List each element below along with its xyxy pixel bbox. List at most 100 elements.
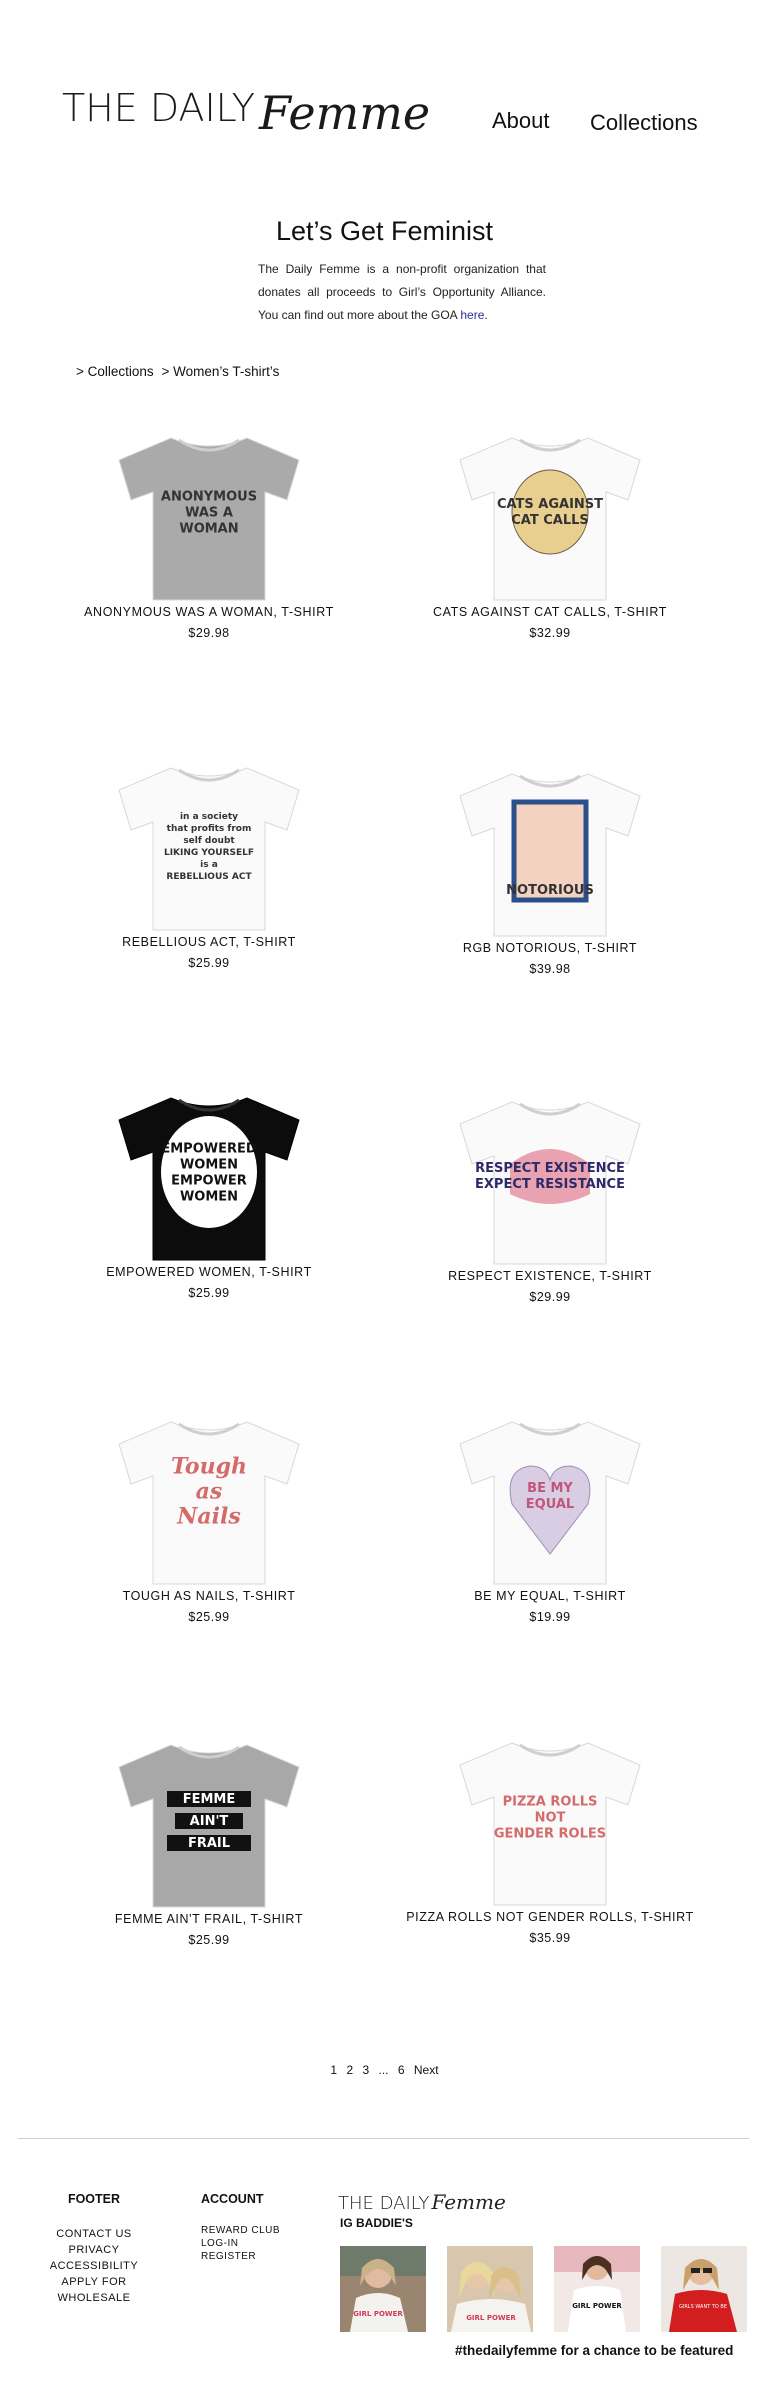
intro-period: .: [484, 308, 488, 322]
login-link[interactable]: LOG-IN: [201, 2237, 291, 2250]
ig-section-title: IG BADDIE'S: [340, 2216, 413, 2230]
product-price: $25.99: [188, 1610, 230, 1624]
product-card[interactable]: in a society that profits from self doubt L…: [44, 760, 374, 970]
product-card[interactable]: CATS AGAINST CAT CALLS CATS AGAINST CAT CA…: [385, 430, 715, 640]
product-name[interactable]: RESPECT EXISTENCE, T-SHIRT: [385, 1269, 715, 1283]
footer-wholesale-link[interactable]: WHOLESALE: [48, 2290, 140, 2306]
product-image[interactable]: EMPOWERED WOMEN EMPOWER WOMEN: [109, 1090, 309, 1265]
footer-contact-link[interactable]: CONTACT US: [48, 2226, 140, 2242]
ig-photo[interactable]: GIRLS WANT TO BE: [661, 2246, 747, 2332]
nav-collections-link[interactable]: Collections: [590, 110, 698, 136]
product-card[interactable]: NOTORIOUS RGB NOTORIOUS, T-SHIRT $39.98: [385, 766, 715, 976]
ig-hashtag: #thedailyfemme for a chance to be featur…: [455, 2343, 734, 2358]
tshirt-graphic-text: ANONYMOUS: [161, 489, 257, 504]
footer-column: FOOTER CONTACT US PRIVACY ACCESSIBILITY …: [48, 2192, 140, 2306]
product-price: $32.99: [529, 626, 571, 640]
footer-apply-link[interactable]: APPLY FOR: [48, 2274, 140, 2290]
tshirt-graphic-text: LIKING YOURSELF: [164, 848, 254, 858]
product-name[interactable]: FEMME AIN'T FRAIL, T-SHIRT: [44, 1912, 374, 1926]
footer-accessibility-link[interactable]: ACCESSIBILITY: [48, 2258, 140, 2274]
footer-logo-wordmark: THE DAILY: [338, 2193, 430, 2214]
footer-privacy-link[interactable]: PRIVACY: [48, 2242, 140, 2258]
breadcrumb-womens-tshirts[interactable]: > Women’s T-shirt’s: [161, 364, 279, 379]
tshirt-graphic-text: AIN'T: [190, 1814, 229, 1829]
logo-script: Femme: [259, 86, 431, 140]
ig-photo[interactable]: GIRL POWER: [447, 2246, 533, 2332]
product-price: $39.98: [529, 962, 571, 976]
tshirt-graphic-text: Tough: [171, 1454, 247, 1480]
tshirt-graphic-text: REBELLIOUS ACT: [166, 872, 252, 882]
tshirt-image: FEMME AIN'T FRAIL: [118, 1744, 300, 1908]
product-name[interactable]: CATS AGAINST CAT CALLS, T-SHIRT: [385, 605, 715, 619]
product-image[interactable]: Tough as Nails: [109, 1414, 309, 1589]
pagination: 1 2 3 ... 6 Next: [0, 2063, 769, 2077]
product-name[interactable]: ANONYMOUS WAS A WOMAN, T-SHIRT: [44, 605, 374, 619]
page-1-link[interactable]: 1: [330, 2063, 337, 2077]
product-image[interactable]: BE MY EQUAL: [450, 1414, 650, 1589]
tshirt-graphic-text: NOTORIOUS: [506, 883, 594, 898]
product-image[interactable]: in a society that profits from self doubt L…: [109, 760, 309, 935]
tshirt-graphic-text: WOMEN: [180, 1190, 238, 1205]
product-name[interactable]: TOUGH AS NAILS, T-SHIRT: [44, 1589, 374, 1603]
tshirt-image: ToughasNails: [118, 1421, 300, 1585]
product-image[interactable]: ANONYMOUS WAS A WOMAN: [109, 430, 309, 605]
product-card[interactable]: BE MY EQUAL BE MY EQUAL, T-SHIRT $19.99: [385, 1414, 715, 1624]
product-name[interactable]: REBELLIOUS ACT, T-SHIRT: [44, 935, 374, 949]
tshirt-graphic-text: CAT CALLS: [511, 513, 589, 528]
site-logo[interactable]: THE DAILY Femme: [62, 78, 430, 140]
ig-photo[interactable]: GIRL POWER: [554, 2246, 640, 2332]
product-image[interactable]: CATS AGAINST CAT CALLS: [450, 430, 650, 605]
product-image[interactable]: NOTORIOUS: [450, 766, 650, 941]
footer-logo[interactable]: THE DAILY Femme: [338, 2190, 506, 2214]
product-card[interactable]: PIZZA ROLLS NOT GENDER ROLES PIZZA ROLLS NO…: [385, 1735, 715, 1945]
product-name[interactable]: EMPOWERED WOMEN, T-SHIRT: [44, 1265, 374, 1279]
tshirt-image: EMPOWEREDWOMENEMPOWERWOMEN: [118, 1097, 300, 1261]
product-card[interactable]: ANONYMOUS WAS A WOMAN ANONYMOUS WAS A WOMAN…: [44, 430, 374, 640]
product-price: $29.99: [529, 1290, 571, 1304]
intro-paragraph: The Daily Femme is a non-profit organiza…: [258, 258, 546, 327]
product-name[interactable]: BE MY EQUAL, T-SHIRT: [385, 1589, 715, 1603]
nav-about-link[interactable]: About: [492, 108, 550, 134]
product-card[interactable]: RESPECT EXISTENCE EXPECT RESISTANCE RESPEC…: [385, 1094, 715, 1304]
tshirt-graphic-text: WOMEN: [180, 1158, 238, 1173]
product-card[interactable]: Tough as Nails TOUGH AS NAILS, T-SHIRT $25.9…: [44, 1414, 374, 1624]
tshirt-graphic-text: that profits from: [167, 824, 252, 834]
tshirt-graphic-text: BE MY: [527, 1481, 573, 1496]
tshirt-image: NOTORIOUS: [459, 773, 641, 937]
tshirt-graphic-text: RESPECT EXISTENCE: [475, 1161, 625, 1176]
footer-heading: FOOTER: [67, 2192, 121, 2206]
page-6-link[interactable]: 6: [398, 2063, 405, 2077]
product-name[interactable]: RGB NOTORIOUS, T-SHIRT: [385, 941, 715, 955]
logo-wordmark: THE DAILY: [62, 86, 256, 130]
product-price: $29.98: [188, 626, 230, 640]
page-2-link[interactable]: 2: [346, 2063, 353, 2077]
account-heading: ACCOUNT: [201, 2192, 264, 2206]
product-name[interactable]: PIZZA ROLLS NOT GENDER ROLLS, T-SHIRT: [385, 1910, 715, 1924]
product-image[interactable]: PIZZA ROLLS NOT GENDER ROLES: [450, 1735, 650, 1910]
breadcrumb-collections[interactable]: > Collections: [76, 364, 154, 379]
goa-link[interactable]: here: [460, 308, 484, 322]
tshirt-graphic-text: FRAIL: [188, 1836, 230, 1851]
next-page-link[interactable]: Next: [414, 2063, 439, 2077]
ig-photo[interactable]: GIRL POWER: [340, 2246, 426, 2332]
breadcrumb: > Collections > Women’s T-shirt’s: [76, 364, 283, 379]
tshirt-graphic-text: EMPOWERED: [161, 1142, 257, 1157]
tshirt-image: RESPECT EXISTENCEEXPECT RESISTANCE: [459, 1101, 641, 1265]
page-3-link[interactable]: 3: [362, 2063, 369, 2077]
intro-text: The Daily Femme is a non-profit organiza…: [258, 262, 546, 322]
reward-club-link[interactable]: REWARD CLUB: [201, 2224, 291, 2237]
tshirt-graphic-text: WAS A: [185, 505, 233, 520]
product-card[interactable]: FEMME AIN'T FRAIL FEMME AIN'T FRAIL, T-SHIR…: [44, 1737, 374, 1947]
product-image[interactable]: FEMME AIN'T FRAIL: [109, 1737, 309, 1912]
product-card[interactable]: EMPOWERED WOMEN EMPOWER WOMEN EMPOWERED WOME…: [44, 1090, 374, 1300]
product-image[interactable]: RESPECT EXISTENCE EXPECT RESISTANCE: [450, 1094, 650, 1269]
tshirt-image: in a society that profits from self doubt L…: [118, 767, 300, 931]
register-link[interactable]: REGISTER: [201, 2250, 291, 2263]
product-price: $25.99: [188, 1286, 230, 1300]
ig-caption: GIRLS WANT TO BE: [679, 2304, 727, 2310]
tshirt-graphic-text: WOMAN: [179, 521, 238, 536]
ig-caption: GIRL POWER: [572, 2302, 622, 2310]
product-price: $19.99: [529, 1610, 571, 1624]
tshirt-image: BE MYEQUAL: [459, 1421, 641, 1585]
tshirt-image: PIZZA ROLLSNOTGENDER ROLES: [459, 1742, 641, 1906]
